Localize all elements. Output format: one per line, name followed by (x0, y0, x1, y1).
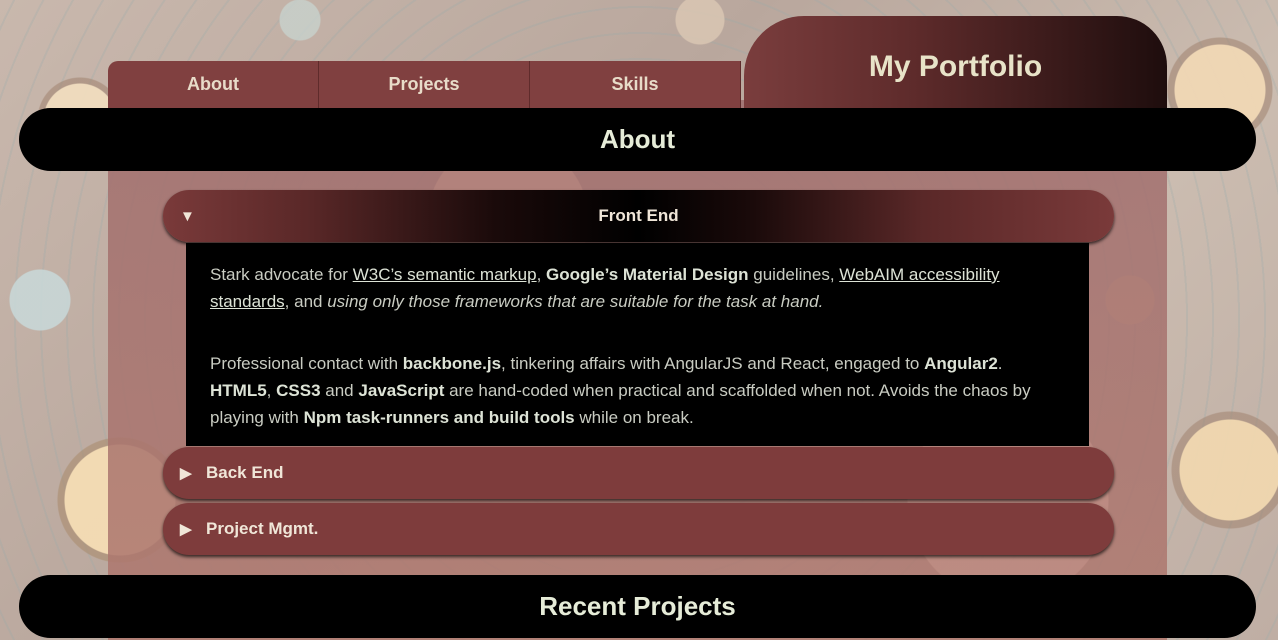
angular2-text: Angular2 (924, 354, 998, 373)
accordion-front-end-label: Front End (598, 206, 679, 225)
text: and (320, 381, 359, 400)
text: . (997, 354, 1003, 373)
front-end-paragraph-2: Professional contact with backbone.js, t… (210, 350, 1065, 431)
collapsed-arrow-icon: ▶ (180, 521, 192, 538)
accordion-project-mgmt-label: Project Mgmt. (206, 519, 319, 538)
text: guidelines, (748, 265, 840, 284)
accordion-back-end-header[interactable]: ▶ Back End (163, 447, 1114, 499)
section-title-about: About (19, 108, 1256, 171)
main-nav: About Projects Skills (108, 61, 741, 108)
accordion-project-mgmt-header[interactable]: ▶ Project Mgmt. (163, 503, 1114, 555)
expanded-arrow-icon: ▼ (180, 207, 195, 225)
front-end-paragraph-1: Stark advocate for W3C’s semantic markup… (210, 261, 1065, 315)
collapsed-arrow-icon: ▶ (180, 465, 192, 482)
accordion-front-end-header[interactable]: ▼ Front End (163, 190, 1114, 242)
text: , and (284, 292, 328, 311)
css3-text: CSS3 (276, 381, 321, 400)
text: Stark advocate for (210, 265, 353, 284)
accordion-front-end-content: Stark advocate for W3C’s semantic markup… (186, 243, 1089, 446)
tab-projects[interactable]: Projects (319, 61, 530, 108)
accordion-back-end-label: Back End (206, 463, 284, 482)
section-title-recent-projects: Recent Projects (19, 575, 1256, 638)
frameworks-emphasis: using only those frameworks that are sui… (327, 292, 824, 311)
javascript-text: JavaScript (358, 381, 445, 400)
text: while on break. (574, 408, 694, 427)
text: , tinkering affairs with AngularJS and R… (501, 354, 925, 373)
tab-skills[interactable]: Skills (530, 61, 741, 108)
html5-text: HTML5 (210, 381, 267, 400)
npm-tools-text: Npm task-runners and build tools (303, 408, 575, 427)
w3c-semantic-markup-link[interactable]: W3C’s semantic markup (353, 265, 537, 284)
text: , (266, 381, 277, 400)
backbone-text: backbone.js (402, 354, 502, 373)
text: Professional contact with (210, 354, 403, 373)
site-title[interactable]: My Portfolio (744, 16, 1167, 108)
text: , (536, 265, 547, 284)
tab-about[interactable]: About (108, 61, 319, 108)
material-design-text: Google’s Material Design (546, 265, 749, 284)
